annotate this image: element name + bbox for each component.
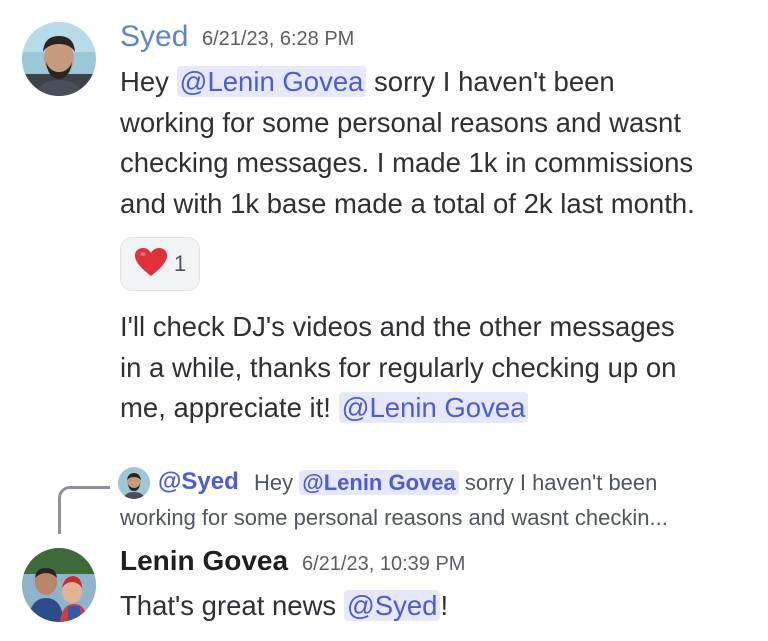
avatar-lenin-govea[interactable] (22, 548, 96, 622)
mention-syed[interactable]: @Syed (343, 590, 441, 621)
message-text: me, appreciate it! (120, 392, 339, 423)
mention-lenin-govea[interactable]: @Lenin Govea (176, 66, 367, 97)
reply-author-mention[interactable]: @Syed (158, 468, 239, 496)
message-line: in a while, thanks for regularly checkin… (120, 351, 677, 383)
message-timestamp: 6/21/23, 10:39 PM (302, 553, 466, 575)
message-body: Hey @Lenin Govea sorry I haven't been wo… (120, 62, 760, 224)
reply-connector (58, 486, 110, 534)
red-heart-icon (134, 247, 168, 282)
message-line: I'll check DJ's videos and the other mes… (120, 311, 675, 342)
message-text: Hey (120, 66, 177, 97)
message-author-syed[interactable]: Syed (120, 20, 188, 54)
reply-preview-line1[interactable]: Hey @Lenin Govea sorry I haven't been (254, 470, 657, 496)
message-line: That's great news @Syed! (120, 586, 760, 627)
message-line: Hey @Lenin Govea sorry I haven't been (120, 62, 760, 103)
reply-text: sorry I haven't been (458, 470, 658, 495)
mention-lenin-govea[interactable]: @Lenin Govea (338, 392, 529, 423)
message-line: and with 1k base made a total of 2k last… (120, 187, 695, 219)
message-author-lenin-govea[interactable]: Lenin Govea (120, 545, 288, 577)
reply-avatar-syed[interactable] (118, 467, 150, 499)
message-text: ! (440, 590, 449, 621)
message-text: That's great news (120, 590, 344, 621)
message-body: That's great news @Syed! (120, 586, 760, 627)
message-line: checking messages. I made 1k in commissi… (120, 147, 694, 178)
reply-preview-line2[interactable]: working for some personal reasons and wa… (120, 505, 668, 531)
reply-text: Hey (254, 470, 300, 495)
message-timestamp: 6/21/23, 6:28 PM (202, 28, 355, 50)
message-text: sorry I haven't been (366, 66, 615, 97)
reaction-count: 1 (173, 251, 187, 276)
message-line: me, appreciate it! @Lenin Govea (120, 388, 760, 429)
reaction-heart[interactable]: 1 (120, 237, 200, 291)
message-line: working for some personal reasons and wa… (120, 106, 681, 138)
mention-lenin-govea[interactable]: @Lenin Govea (299, 470, 459, 495)
message-body-followup: I'll check DJ's videos and the other mes… (120, 307, 760, 429)
avatar-syed[interactable] (22, 22, 96, 96)
